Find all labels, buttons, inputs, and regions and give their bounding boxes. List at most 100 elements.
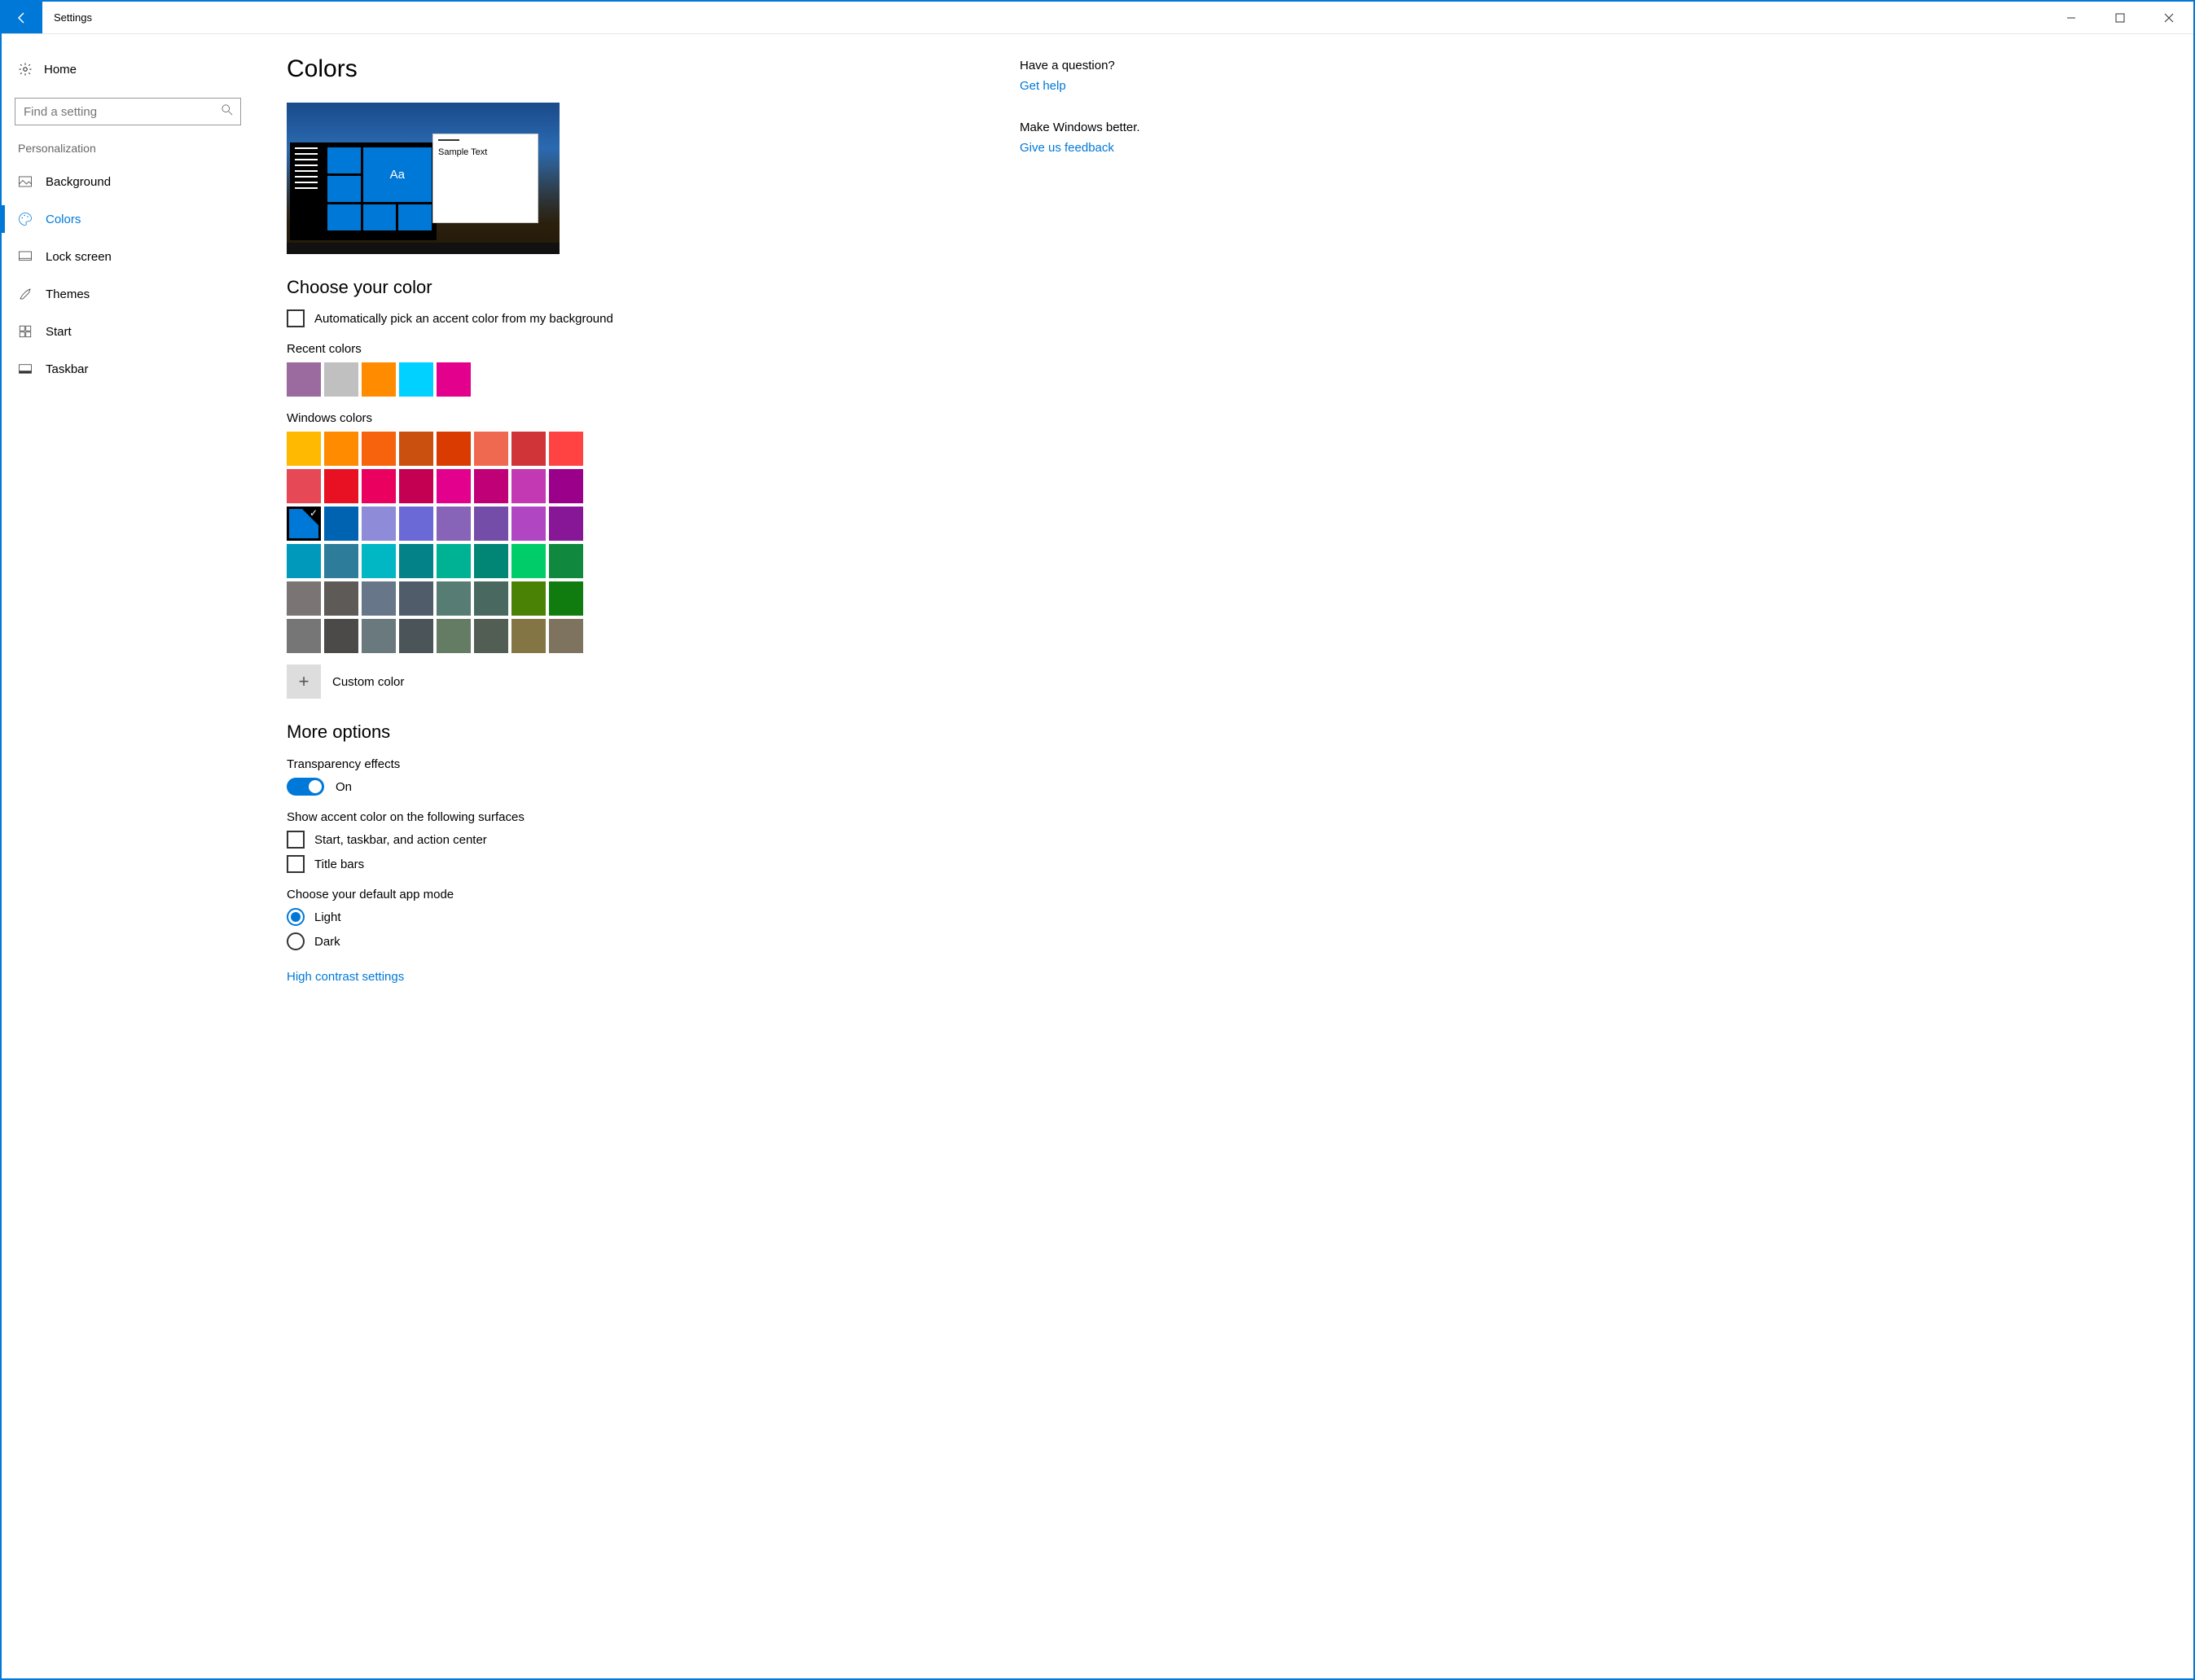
preview-window-text: Sample Text bbox=[438, 147, 487, 157]
surface-titlebar-checkbox[interactable] bbox=[287, 855, 305, 873]
windows-color-swatch[interactable] bbox=[437, 469, 471, 503]
windows-color-swatch[interactable] bbox=[399, 507, 433, 541]
recent-color-swatch[interactable] bbox=[399, 362, 433, 397]
windows-color-swatch[interactable] bbox=[362, 432, 396, 466]
maximize-button[interactable] bbox=[2096, 2, 2145, 33]
windows-color-swatch[interactable] bbox=[324, 507, 358, 541]
app-mode-label: Choose your default app mode bbox=[287, 888, 922, 901]
windows-color-swatch[interactable] bbox=[324, 469, 358, 503]
gear-icon bbox=[18, 62, 33, 77]
close-button[interactable] bbox=[2145, 2, 2193, 33]
windows-color-swatch[interactable] bbox=[437, 544, 471, 578]
home-nav[interactable]: Home bbox=[2, 50, 254, 88]
windows-color-swatch[interactable] bbox=[474, 507, 508, 541]
windows-color-swatch[interactable] bbox=[474, 432, 508, 466]
windows-color-swatch[interactable] bbox=[362, 507, 396, 541]
windows-color-swatch[interactable] bbox=[474, 581, 508, 616]
window-title: Settings bbox=[42, 2, 2047, 33]
sidebar-item-label: Themes bbox=[46, 287, 90, 301]
windows-color-swatch[interactable] bbox=[549, 432, 583, 466]
preview-thumbnail: Aa Sample Text bbox=[287, 103, 560, 254]
app-mode-dark-label: Dark bbox=[314, 935, 340, 949]
windows-colors-label: Windows colors bbox=[287, 411, 922, 425]
windows-color-swatch[interactable] bbox=[511, 469, 546, 503]
transparency-toggle[interactable] bbox=[287, 778, 324, 796]
windows-color-swatch[interactable] bbox=[474, 544, 508, 578]
windows-color-swatch[interactable] bbox=[324, 619, 358, 653]
windows-color-swatch[interactable] bbox=[287, 469, 321, 503]
windows-color-swatch[interactable] bbox=[399, 469, 433, 503]
windows-color-swatch[interactable] bbox=[362, 619, 396, 653]
recent-color-swatch[interactable] bbox=[437, 362, 471, 397]
aside-question-heading: Have a question? bbox=[1020, 59, 1264, 72]
get-help-link[interactable]: Get help bbox=[1020, 79, 1066, 93]
surface-start-checkbox[interactable] bbox=[287, 831, 305, 849]
give-feedback-link[interactable]: Give us feedback bbox=[1020, 141, 1114, 155]
windows-color-swatch[interactable] bbox=[549, 581, 583, 616]
windows-color-swatch[interactable] bbox=[399, 581, 433, 616]
sidebar-item-background[interactable]: Background bbox=[2, 163, 254, 200]
search-icon bbox=[222, 104, 233, 119]
windows-color-swatch[interactable] bbox=[287, 432, 321, 466]
windows-color-swatch[interactable] bbox=[287, 581, 321, 616]
windows-color-swatch[interactable] bbox=[287, 619, 321, 653]
windows-color-swatch[interactable] bbox=[287, 544, 321, 578]
windows-color-swatch[interactable] bbox=[474, 469, 508, 503]
windows-color-swatch[interactable] bbox=[437, 432, 471, 466]
sidebar-item-themes[interactable]: Themes bbox=[2, 275, 254, 313]
windows-color-swatch[interactable] bbox=[362, 469, 396, 503]
windows-color-swatch[interactable] bbox=[549, 507, 583, 541]
transparency-label: Transparency effects bbox=[287, 757, 922, 771]
minimize-button[interactable] bbox=[2047, 2, 2096, 33]
surface-start-label: Start, taskbar, and action center bbox=[314, 833, 487, 847]
more-options-heading: More options bbox=[287, 722, 922, 743]
windows-color-swatch[interactable] bbox=[324, 581, 358, 616]
palette-icon bbox=[18, 212, 33, 226]
sidebar-item-label: Lock screen bbox=[46, 250, 112, 264]
windows-color-swatch[interactable] bbox=[437, 507, 471, 541]
windows-color-swatch[interactable] bbox=[549, 469, 583, 503]
windows-color-swatch[interactable] bbox=[511, 619, 546, 653]
windows-color-swatch[interactable] bbox=[474, 619, 508, 653]
windows-color-swatch[interactable] bbox=[362, 581, 396, 616]
transparency-value: On bbox=[336, 780, 352, 794]
recent-color-swatch[interactable] bbox=[287, 362, 321, 397]
high-contrast-link[interactable]: High contrast settings bbox=[287, 970, 404, 984]
search-input[interactable] bbox=[15, 98, 241, 125]
windows-color-swatch[interactable] bbox=[437, 619, 471, 653]
app-mode-light-label: Light bbox=[314, 910, 341, 924]
windows-color-swatch[interactable] bbox=[437, 581, 471, 616]
windows-color-swatch[interactable] bbox=[362, 544, 396, 578]
recent-color-swatch[interactable] bbox=[324, 362, 358, 397]
custom-color-button[interactable]: + bbox=[287, 665, 321, 699]
windows-color-swatch[interactable] bbox=[549, 619, 583, 653]
sidebar-item-colors[interactable]: Colors bbox=[2, 200, 254, 238]
aside-feedback-heading: Make Windows better. bbox=[1020, 121, 1264, 134]
brush-icon bbox=[18, 287, 33, 301]
windows-color-swatch[interactable] bbox=[511, 432, 546, 466]
recent-colors-label: Recent colors bbox=[287, 342, 922, 356]
sidebar-item-lockscreen[interactable]: Lock screen bbox=[2, 238, 254, 275]
auto-accent-checkbox[interactable] bbox=[287, 309, 305, 327]
windows-color-swatch[interactable] bbox=[511, 544, 546, 578]
monitor-icon bbox=[18, 249, 33, 264]
windows-color-swatch[interactable] bbox=[324, 544, 358, 578]
surface-titlebar-label: Title bars bbox=[314, 858, 364, 871]
windows-color-swatch[interactable] bbox=[511, 581, 546, 616]
windows-color-swatch[interactable] bbox=[399, 619, 433, 653]
windows-color-swatch[interactable] bbox=[511, 507, 546, 541]
windows-color-swatch[interactable] bbox=[549, 544, 583, 578]
windows-color-swatch[interactable] bbox=[287, 507, 321, 541]
preview-tile-text: Aa bbox=[363, 147, 432, 202]
app-mode-dark-radio[interactable] bbox=[287, 932, 305, 950]
windows-color-swatch[interactable] bbox=[399, 432, 433, 466]
windows-color-swatch[interactable] bbox=[324, 432, 358, 466]
home-label: Home bbox=[44, 63, 77, 77]
back-button[interactable] bbox=[2, 2, 42, 33]
recent-color-swatch[interactable] bbox=[362, 362, 396, 397]
app-mode-light-radio[interactable] bbox=[287, 908, 305, 926]
sidebar-item-taskbar[interactable]: Taskbar bbox=[2, 350, 254, 388]
windows-color-swatch[interactable] bbox=[399, 544, 433, 578]
sidebar-item-start[interactable]: Start bbox=[2, 313, 254, 350]
sidebar-item-label: Start bbox=[46, 325, 72, 339]
